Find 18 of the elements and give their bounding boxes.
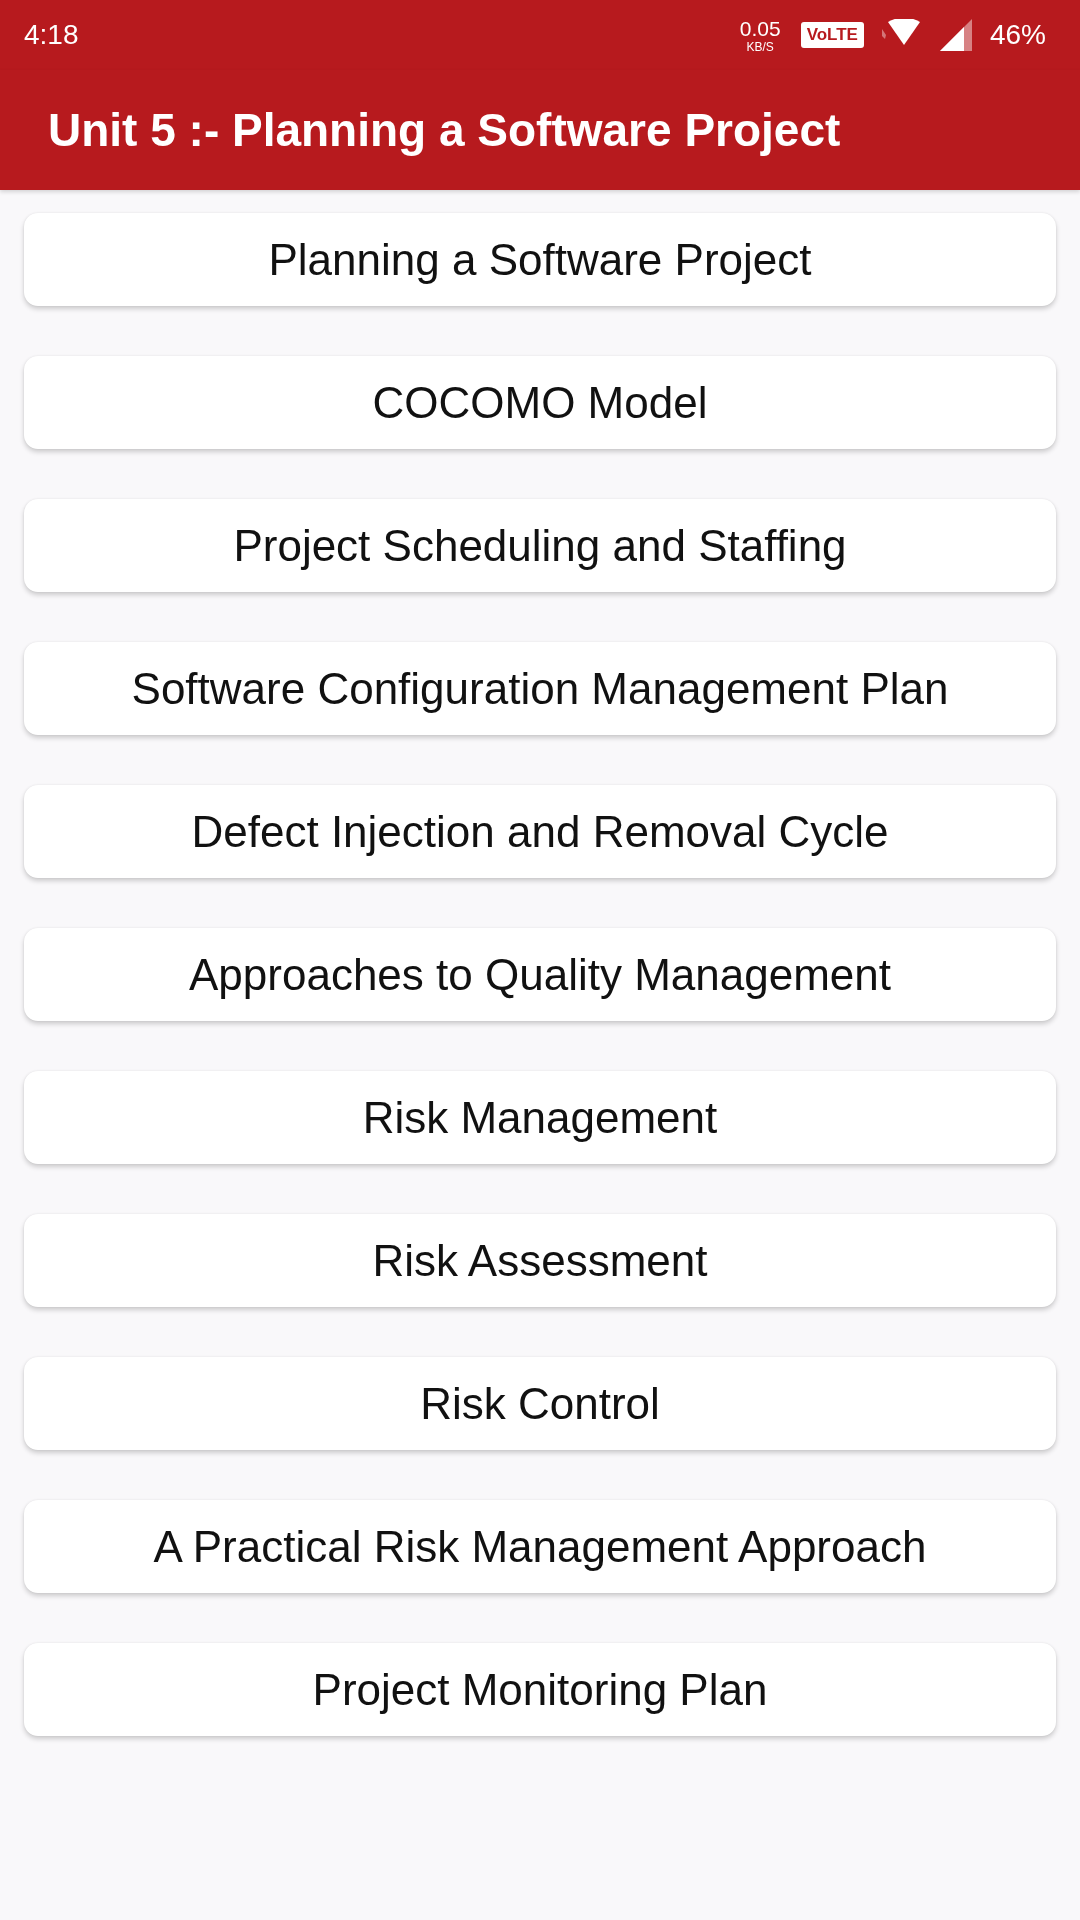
network-speed: 0.05 (739, 17, 781, 39)
topic-button[interactable]: Risk Management (24, 1071, 1056, 1164)
topic-button[interactable]: Project Scheduling and Staffing (24, 499, 1056, 592)
signal-icon (939, 19, 972, 51)
topic-button[interactable]: Software Configuration Management Plan (24, 642, 1056, 735)
app-title: Unit 5 :- Planning a Software Project (48, 103, 841, 157)
topic-button[interactable]: Risk Assessment (24, 1214, 1056, 1307)
volte-badge: VoLTE (800, 22, 864, 48)
status-time: 4:18 (24, 19, 79, 51)
topic-button[interactable]: A Practical Risk Management Approach (24, 1500, 1056, 1593)
topic-button[interactable]: COCOMO Model (24, 356, 1056, 449)
topic-button[interactable]: Planning a Software Project (24, 213, 1056, 306)
topic-button[interactable]: Project Monitoring Plan (24, 1643, 1056, 1736)
topic-button[interactable]: Defect Injection and Removal Cycle (24, 785, 1056, 878)
topic-button[interactable]: Risk Control (24, 1357, 1056, 1450)
topic-button[interactable]: Approaches to Quality Management (24, 928, 1056, 1021)
battery-percent: 46% (989, 19, 1046, 51)
network-speed-unit: KB/S (746, 40, 774, 53)
